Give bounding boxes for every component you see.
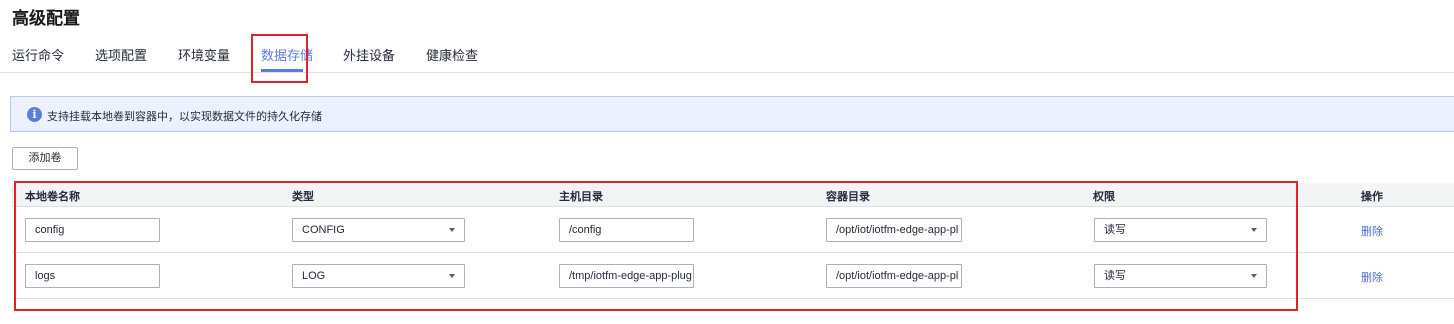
- add-volume-button[interactable]: 添加卷: [12, 147, 78, 170]
- info-icon: i: [27, 107, 42, 122]
- tab-health-check[interactable]: 健康检查: [426, 45, 478, 64]
- tab-run-command[interactable]: 运行命令: [12, 45, 64, 64]
- section-title: 高级配置: [12, 9, 80, 28]
- tab-bar: 运行命令 选项配置 环境变量 数据存储 外挂设备 健康检查: [0, 36, 1454, 73]
- tab-external-devices[interactable]: 外挂设备: [343, 45, 395, 64]
- info-text: 支持挂载本地卷到容器中，以实现数据文件的持久化存储: [47, 111, 322, 123]
- delete-link[interactable]: 删除: [1361, 269, 1383, 285]
- header-actions: 操作: [1361, 191, 1383, 203]
- info-banner: i 支持挂载本地卷到容器中，以实现数据文件的持久化存储: [10, 96, 1454, 132]
- tab-options[interactable]: 选项配置: [95, 45, 147, 64]
- tab-highlight-box: [251, 34, 308, 83]
- delete-link[interactable]: 删除: [1361, 223, 1383, 239]
- table-highlight-box: [14, 181, 1298, 311]
- tab-env-vars[interactable]: 环境变量: [178, 45, 230, 64]
